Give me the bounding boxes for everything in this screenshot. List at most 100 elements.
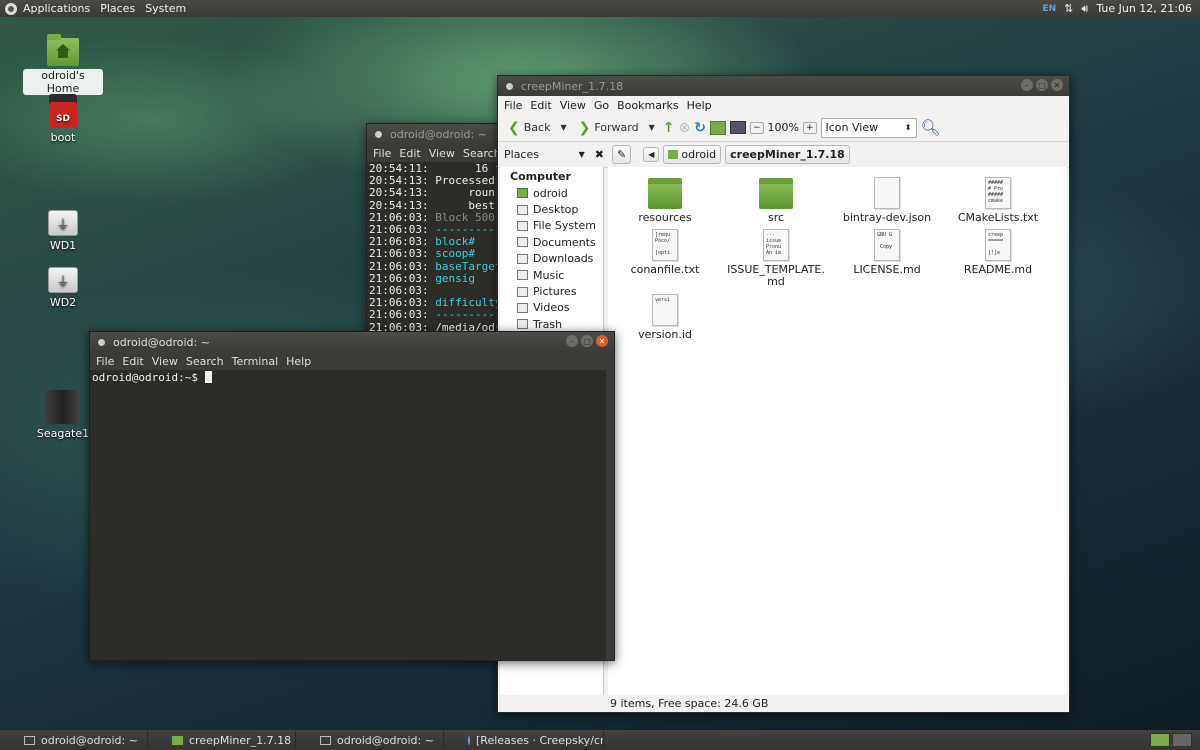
bottom-panel: odroid@odroid: ~ creepMiner_1.7.18 odroi… [0, 730, 1200, 750]
sidebar-item-music[interactable]: Music [500, 267, 603, 283]
desktop-icon [517, 204, 528, 215]
sidebar-item-videos[interactable]: Videos [500, 300, 603, 316]
close-sidebar-icon[interactable]: ✖ [595, 148, 604, 161]
timestamp: 21:06:03: [369, 284, 429, 298]
taskbar-item[interactable]: creepMiner_1.7.18 [148, 731, 296, 749]
desktop-icon-home[interactable]: odroid's Home [23, 34, 103, 95]
terminal-output[interactable]: odroid@odroid:~$ [90, 370, 614, 660]
sidebar-item-desktop[interactable]: Desktop [500, 201, 603, 217]
menu-help[interactable]: Help [685, 99, 718, 112]
file-item[interactable]: GNU G Copy LICENSE.md [832, 229, 942, 276]
back-button[interactable]: ❮ Back ▼ [504, 120, 571, 136]
menu-file[interactable]: File [371, 147, 397, 160]
desktop-icon-label: boot [50, 131, 76, 144]
volume-icon[interactable]: 🔊︎ [1081, 2, 1088, 16]
up-arrow-icon[interactable]: ↑ [663, 120, 675, 136]
taskbar-item[interactable]: odroid@odroid: ~ [0, 731, 148, 749]
menu-terminal[interactable]: Terminal [230, 355, 285, 368]
desktop-icon-wd1[interactable]: ⏚ WD1 [23, 210, 103, 252]
breadcrumb-left-arrow[interactable]: ◀ [643, 147, 660, 162]
forward-button[interactable]: ❯ Forward ▼ [575, 120, 659, 136]
text-file-icon: GNU G Copy [874, 229, 900, 261]
file-view[interactable]: resources src bintray-dev.json ##### # Pro … [608, 167, 1067, 695]
menu-edit[interactable]: Edit [120, 355, 149, 368]
menu-bookmarks[interactable]: Bookmarks [615, 99, 684, 112]
log-text: ---------- [435, 223, 502, 237]
desktop-icon-label: Seagate1 [36, 427, 90, 440]
menu-view[interactable]: View [150, 355, 184, 368]
sidebar-item-label: Videos [533, 301, 570, 315]
home-icon[interactable] [709, 120, 726, 135]
menu-go[interactable]: Go [592, 99, 615, 112]
menu-view[interactable]: View [558, 99, 592, 112]
maximize-button[interactable]: □ [1036, 79, 1048, 91]
applications-menu[interactable]: Applications [23, 2, 90, 15]
file-item[interactable]: creep ===== [![e README.md [943, 229, 1053, 276]
places-menu[interactable]: Places [100, 2, 135, 15]
zoom-in-icon[interactable]: + [802, 121, 817, 134]
menu-file[interactable]: File [94, 355, 120, 368]
window-title: odroid@odroid: ~ [113, 335, 210, 349]
breadcrumb-current[interactable]: creepMiner_1.7.18 [725, 145, 850, 164]
close-button[interactable]: ✕ [1051, 79, 1063, 91]
file-item[interactable]: resources [610, 177, 720, 224]
stop-icon[interactable]: ⊗ [678, 120, 690, 136]
menu-view[interactable]: View [427, 147, 461, 160]
window-menu-icon[interactable] [98, 338, 105, 346]
reload-icon[interactable]: ↻ [694, 120, 706, 136]
scrollbar[interactable] [606, 370, 614, 660]
menu-edit[interactable]: Edit [528, 99, 557, 112]
file-item[interactable]: [requ Poco/ [opti conanfile.txt [610, 229, 720, 276]
close-button[interactable]: ✕ [596, 335, 608, 347]
desktop-icon-boot[interactable]: SD boot [23, 94, 103, 144]
workspace-1[interactable] [1150, 733, 1170, 747]
sidebar-item-file-system[interactable]: File System [500, 218, 603, 234]
file-item[interactable]: versi version.id [610, 294, 720, 341]
file-item[interactable]: ##### # Pro ##### cmake CMakeLists.txt [943, 177, 1053, 224]
window-titlebar[interactable]: creepMiner_1.7.18 – □ ✕ [498, 76, 1069, 96]
timestamp: 20:54:13: [369, 186, 429, 200]
log-text: baseTarget [435, 259, 502, 273]
sidebar-item-odroid[interactable]: odroid [500, 185, 603, 201]
sidebar-selector[interactable]: Places ▼ ✖ [504, 148, 604, 161]
workspace-2[interactable] [1172, 733, 1192, 747]
breadcrumb-odroid[interactable]: odroid [663, 145, 722, 164]
keyboard-layout-indicator[interactable]: EN [1042, 4, 1056, 14]
menu-edit[interactable]: Edit [397, 147, 426, 160]
file-item[interactable]: src [721, 177, 831, 224]
distro-logo-icon[interactable] [5, 2, 17, 15]
menu-help[interactable]: Help [284, 355, 317, 368]
sidebar-item-downloads[interactable]: Downloads [500, 251, 603, 267]
maximize-button[interactable]: □ [581, 335, 593, 347]
taskbar-item[interactable]: odroid@odroid: ~ [296, 731, 444, 749]
pictures-icon [517, 286, 528, 297]
minimize-button[interactable]: – [566, 335, 578, 347]
window-menu-icon[interactable] [506, 82, 513, 90]
sidebar-item-documents[interactable]: Documents [500, 234, 603, 250]
menu-file[interactable]: File [502, 99, 528, 112]
taskbar-item[interactable]: [Releases · Creepsky/cr... [444, 731, 604, 749]
sidebar-item-label: Pictures [533, 285, 577, 299]
zoom-out-icon[interactable]: − [749, 121, 764, 134]
search-icon[interactable]: 🔍︎ [921, 118, 941, 137]
network-icon[interactable]: ⇅ [1064, 2, 1073, 15]
chevron-down-icon[interactable]: ▼ [560, 123, 566, 132]
menu-search[interactable]: Search [184, 355, 230, 368]
chevron-down-icon[interactable]: ▼ [649, 123, 655, 132]
terminal-window-front[interactable]: odroid@odroid: ~ – □ ✕ File Edit View Se… [89, 331, 615, 661]
system-menu[interactable]: System [145, 2, 186, 15]
clock[interactable]: Tue Jun 12, 21:06 [1096, 2, 1192, 15]
file-item[interactable]: bintray-dev.json [832, 177, 942, 224]
sidebar-item-pictures[interactable]: Pictures [500, 283, 603, 299]
window-titlebar[interactable]: odroid@odroid: ~ – □ ✕ [90, 332, 614, 352]
workspace-switcher[interactable] [1150, 733, 1200, 747]
edit-location-button[interactable]: ✎ [612, 145, 632, 164]
sd-card-icon: SD [49, 94, 77, 128]
desktop-icon-wd2[interactable]: ⏚ WD2 [23, 267, 103, 309]
minimize-button[interactable]: – [1021, 79, 1033, 91]
computer-icon[interactable] [729, 121, 746, 134]
menubar: File Edit View Search Terminal Help [90, 352, 614, 370]
file-item[interactable]: --- issue Pronu An ie ISSUE_TEMPLATE. md [721, 229, 831, 288]
window-menu-icon[interactable] [375, 130, 382, 138]
view-mode-select[interactable]: Icon View ⬍ [820, 117, 917, 138]
